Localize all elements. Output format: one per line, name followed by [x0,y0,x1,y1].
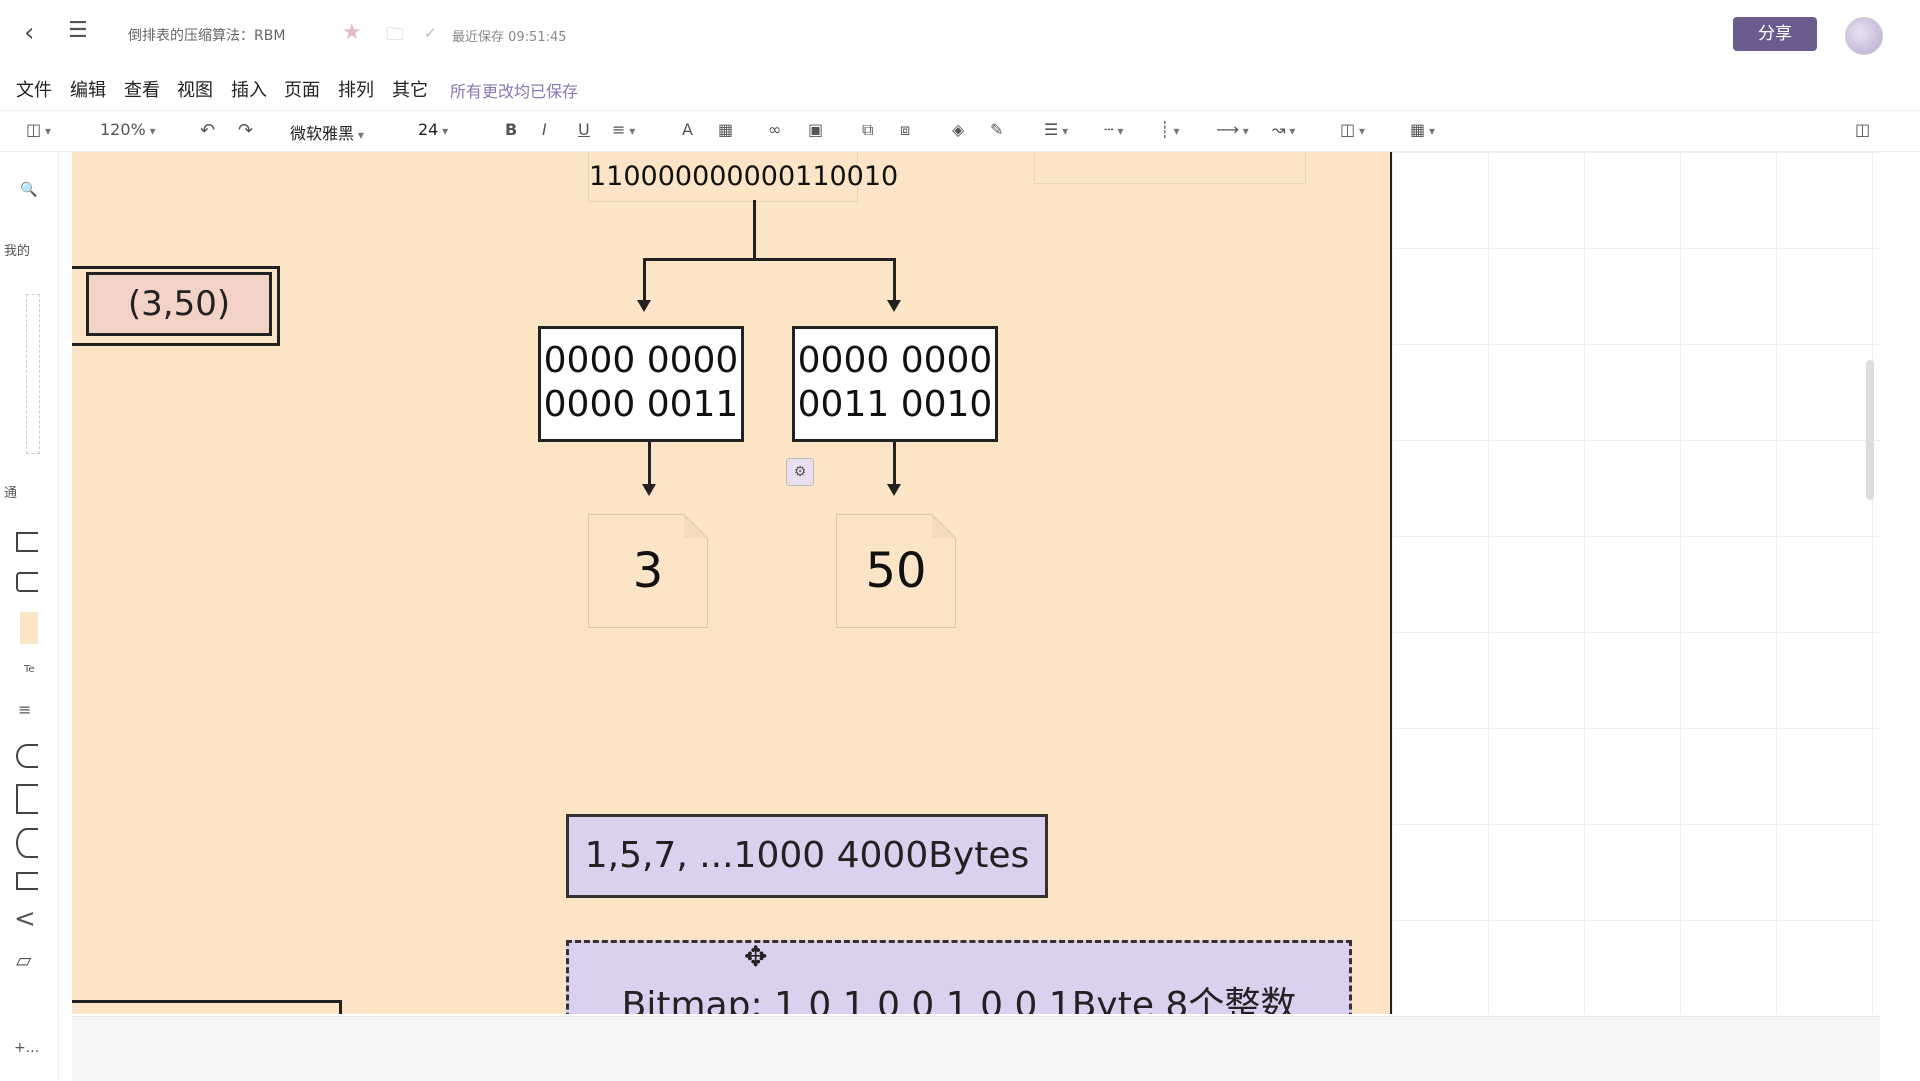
arrow-head [887,484,901,496]
font-color-icon[interactable]: A [682,120,693,139]
line-weight-icon[interactable]: ☰ [1044,120,1068,139]
connector-line [648,442,651,486]
redo-icon[interactable]: ↷ [238,120,253,141]
menu-edit[interactable]: 编辑 [70,76,106,102]
empty-box[interactable] [1034,152,1306,184]
drop-zone[interactable] [26,294,40,454]
shape-library-panel: 🔍 我的 通 Te ≡ < ▱ +... [0,152,59,1080]
text-shape[interactable]: Te [24,664,35,675]
parallelogram-shape-icon[interactable]: ▱ [16,948,31,972]
font-family-select[interactable]: 微软雅黑 [290,120,364,144]
line-color-icon[interactable]: ✎ [990,120,1003,139]
menu-insert[interactable]: 插入 [231,76,267,102]
arrow-head [642,484,656,496]
top-binary-box[interactable]: 110000000000110010 [588,152,898,202]
left-bits-line-2: 0000 0011 [543,384,739,425]
underline-icon[interactable]: U [578,120,590,139]
folder-icon[interactable]: 🗀 [386,22,404,52]
rounded-rect-shape[interactable] [16,572,38,592]
image-icon[interactable]: ▣ [808,120,823,139]
connector-style-icon[interactable]: ↝ [1272,120,1295,139]
array-storage-box[interactable]: 1,5,7, ...1000 4000Bytes [566,814,1048,898]
arrow-head [887,300,901,312]
process-shape[interactable] [16,872,38,890]
panel-layout-icon[interactable]: ◫ [26,120,51,139]
ellipse-shape[interactable] [16,744,38,768]
text-style-icon[interactable]: ▦ [718,120,733,139]
square-shape[interactable] [16,784,38,814]
undo-icon[interactable]: ↶ [200,120,215,141]
align-icon[interactable]: ≡ [612,120,635,139]
top-bar: ‹ ☰ 倒排表的压缩算法：RBM ★ 🗀 ✓ 最近保存 09:51:45 分享 [0,0,1920,70]
menu-file[interactable]: 文件 [16,76,52,102]
heading-shape-icon[interactable]: ≡ [18,700,31,719]
send-back-icon[interactable]: ⧈ [900,120,910,140]
diamond-shape-icon[interactable]: < [14,904,36,934]
menu-view[interactable]: 查看 [124,76,160,102]
connector-line [893,258,896,302]
more-shapes-button[interactable]: +... [14,1040,39,1056]
bold-icon[interactable]: B [505,120,517,139]
connector-line [893,442,896,486]
user-avatar[interactable] [1845,17,1883,55]
menu-bar: 文件 编辑 查看 视图 插入 页面 排列 其它 所有更改均已保存 [0,72,1920,104]
side-panel-toggle-icon[interactable]: ◫ [1855,120,1870,139]
toolbar: ◫ 120% ↶ ↷ 微软雅黑 24 B I U ≡ A ▦ ∞ ▣ ⧉ ⧈ ◈… [0,110,1920,152]
move-cursor-icon: ✥ [744,940,768,973]
link-icon[interactable]: ∞ [768,120,781,139]
result-doc-right[interactable]: 50 [836,514,956,628]
zoom-select[interactable]: 120% [100,120,156,139]
saved-check-icon: ✓ [424,24,437,42]
right-bits-line-2: 0011 0010 [797,384,993,425]
bring-front-icon[interactable]: ⧉ [862,120,873,140]
connector-line [643,258,646,302]
bottom-bar [72,1016,1880,1081]
menu-other[interactable]: 其它 [392,76,428,102]
arrow-style-icon[interactable]: ⟶ [1216,120,1249,139]
search-icon[interactable]: 🔍 [20,182,37,198]
drawing-canvas[interactable]: 110000000000110010 (3,50) 0000 0000 0000… [72,152,1392,1014]
connector-line [753,200,756,260]
all-changes-saved-text: 所有更改均已保存 [450,82,579,101]
line-style-icon[interactable]: ┄ [1104,120,1123,139]
right-bits-box[interactable]: 0000 0000 0011 0010 [792,326,998,442]
rect-shape[interactable] [16,532,38,552]
vertical-scrollbar[interactable] [1866,360,1874,500]
document-title[interactable]: 倒排表的压缩算法：RBM [128,25,285,45]
left-bits-box[interactable]: 0000 0000 0000 0011 [538,326,744,442]
align-objects-icon[interactable]: ◫ [1340,120,1365,139]
note-shape[interactable] [20,612,38,644]
menu-page[interactable]: 页面 [284,76,320,102]
dash-style-icon[interactable]: ┊ [1160,120,1179,139]
menu-display[interactable]: 视图 [177,76,213,102]
section-mine[interactable]: 我的 [4,240,30,259]
translate-icon[interactable]: ⚙ [786,458,814,486]
table-icon[interactable]: ▦ [1410,120,1435,139]
right-bits-line-1: 0000 0000 [797,340,993,381]
hamburger-menu-icon[interactable]: ☰ [68,18,88,43]
share-button[interactable]: 分享 [1733,17,1817,51]
left-bits-line-1: 0000 0000 [543,340,739,381]
star-icon[interactable]: ★ [342,20,362,45]
pair-box[interactable]: (3,50) [86,272,272,336]
partial-box[interactable] [72,1000,342,1014]
bitmap-storage-box[interactable]: Bitmap: 1 0 1 0 0 1 0 0 1Byte 8个整数 [566,940,1352,1014]
circle-shape[interactable] [16,828,38,858]
result-doc-left[interactable]: 3 [588,514,708,628]
fill-color-icon[interactable]: ◈ [952,120,964,139]
last-saved-text: 最近保存 09:51:45 [452,30,567,45]
connector-line [643,258,895,261]
arrow-head [637,300,651,312]
canvas-grid-area[interactable] [1392,152,1880,1014]
section-general[interactable]: 通 [4,482,17,501]
italic-icon[interactable]: I [542,120,547,139]
font-size-select[interactable]: 24 [418,120,448,139]
back-chevron-icon[interactable]: ‹ [24,18,34,48]
menu-arrange[interactable]: 排列 [338,76,374,102]
